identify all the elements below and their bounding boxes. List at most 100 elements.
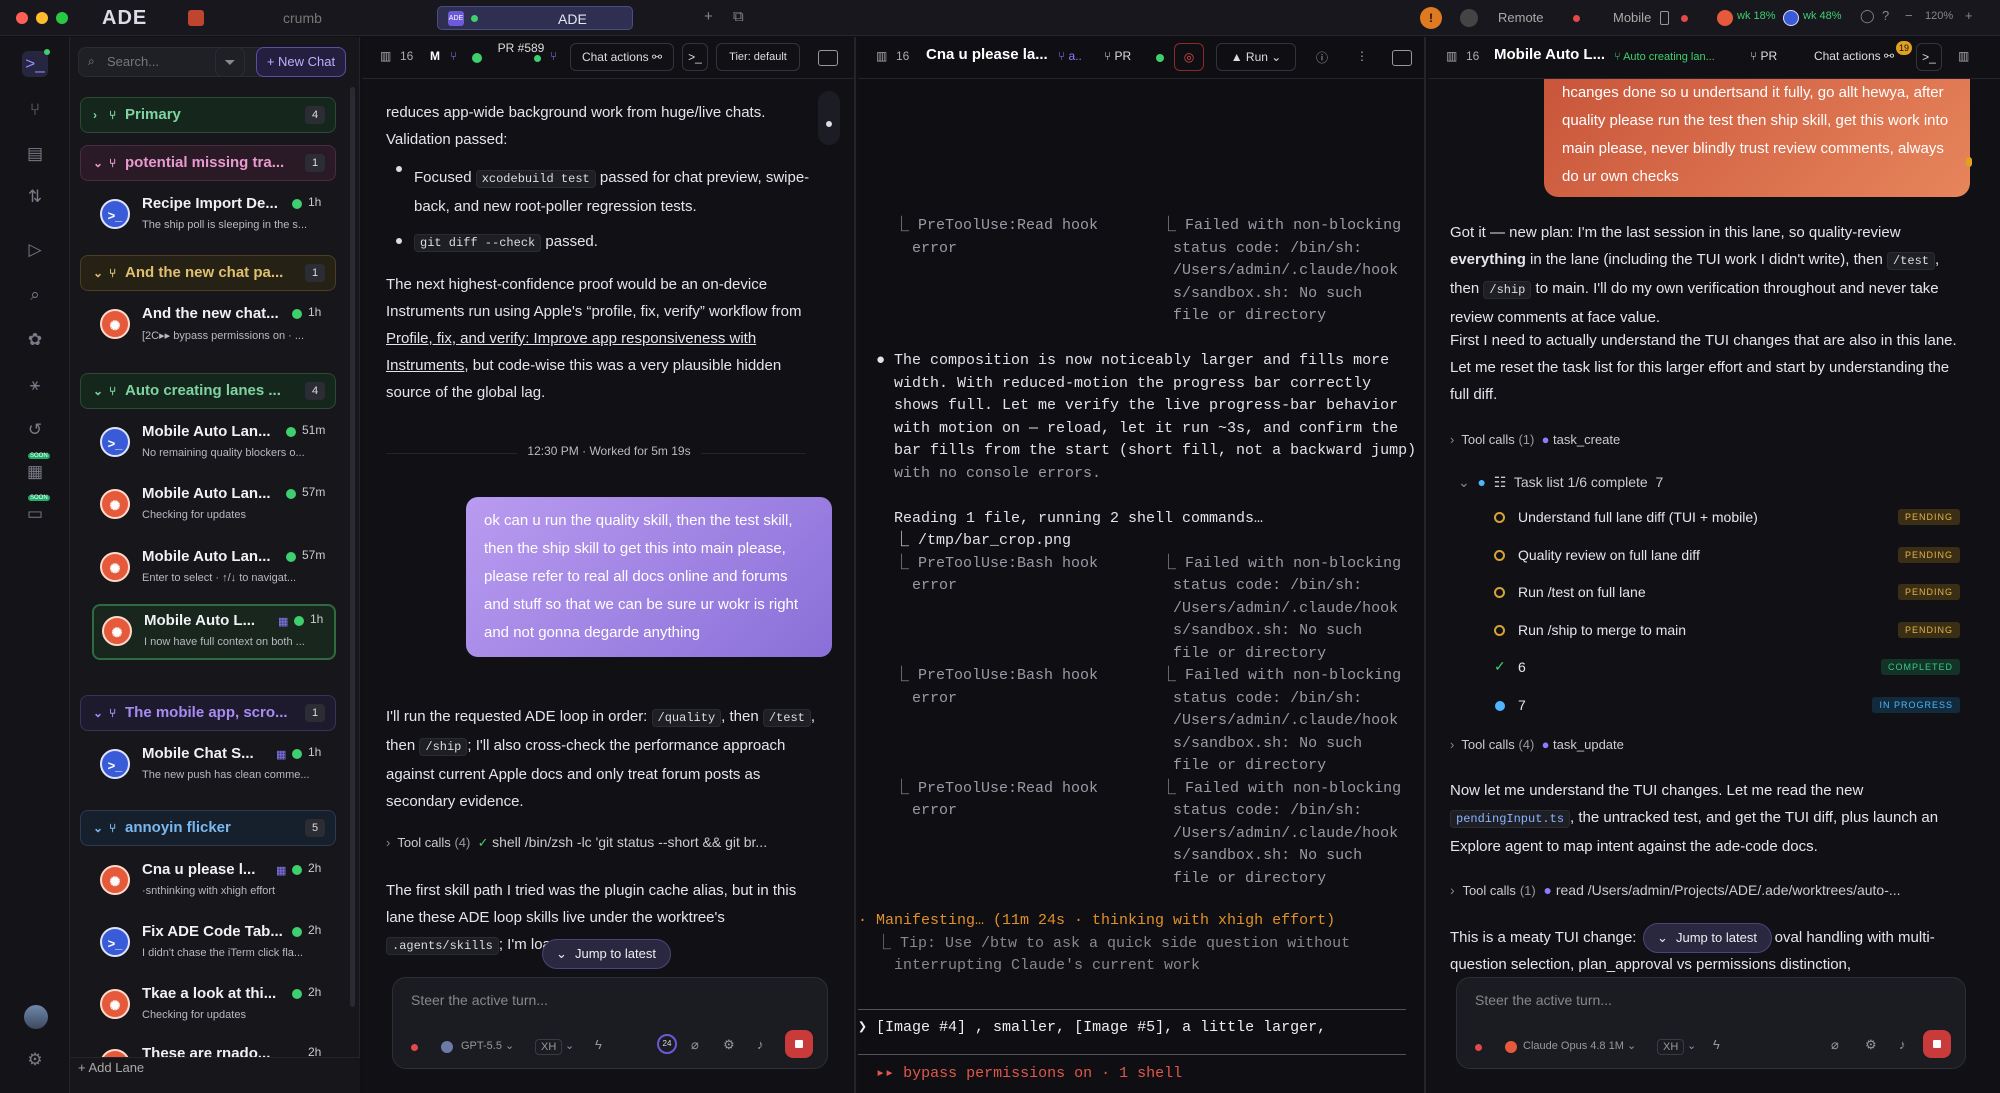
lane-group-annoyin-flicker[interactable]: ⌄ ⑂ annoyin flicker 5 bbox=[80, 810, 336, 846]
sidebar-toggle-icon[interactable]: ▥ bbox=[1446, 49, 1457, 63]
sidebar-toggle-icon[interactable]: ▥ bbox=[876, 49, 887, 63]
pr-link[interactable]: PR #589 bbox=[496, 41, 546, 56]
minimize-window-button[interactable] bbox=[36, 12, 48, 24]
tool-calls-row[interactable]: › Tool calls (4) ✓ shell /bin/zsh -lc 'g… bbox=[386, 834, 846, 851]
filter-icon[interactable]: ⏷ bbox=[215, 47, 245, 77]
search-nav-icon[interactable]: ⌕ bbox=[22, 282, 48, 308]
sidebar-scrollbar[interactable] bbox=[350, 87, 355, 1007]
search-input[interactable]: Search... bbox=[78, 47, 278, 77]
tools-icon[interactable]: ⚙ bbox=[1865, 1037, 1877, 1053]
devices-nav-icon[interactable]: ▭ bbox=[22, 501, 48, 527]
scroll-indicator[interactable] bbox=[818, 91, 840, 145]
remote-label[interactable]: Remote bbox=[1498, 10, 1544, 25]
sidebar-toggle-icon[interactable]: ▥ bbox=[380, 49, 391, 63]
calendar-nav-icon[interactable]: ▦ bbox=[22, 459, 48, 485]
tool-calls-row[interactable]: › Tool calls (1) ● task_create bbox=[1450, 432, 1620, 447]
chat-composer[interactable]: Steer the active turn... Claude Opus 4.8… bbox=[1456, 977, 1966, 1069]
tab-ade[interactable]: ADE ADE bbox=[437, 6, 633, 30]
effort-selector[interactable]: XH bbox=[1657, 1039, 1685, 1055]
pr-link[interactable]: ⑂ PR bbox=[1104, 49, 1131, 63]
jump-to-latest-button[interactable]: ⌄ Jump to latest bbox=[1643, 923, 1772, 953]
maximize-window-button[interactable] bbox=[56, 12, 68, 24]
pr-link[interactable]: ⑂ PR bbox=[1750, 49, 1777, 63]
lane-item-selected[interactable]: ✺ Mobile Auto L... ▦ 1h I now have full … bbox=[92, 604, 336, 660]
attach-icon[interactable]: ⌀ bbox=[691, 1037, 699, 1053]
jump-to-latest-button[interactable]: ⌄ Jump to latest bbox=[542, 939, 671, 969]
lane-item[interactable]: ✺ Mobile Auto Lan... 57m Enter to select… bbox=[92, 542, 336, 598]
panel-toggle-icon[interactable] bbox=[818, 50, 838, 66]
tool-calls-row[interactable]: › Tool calls (4) ● task_update bbox=[1450, 737, 1624, 752]
composer-input[interactable]: Steer the active turn... bbox=[411, 992, 548, 1008]
new-chat-button[interactable]: + New Chat bbox=[256, 47, 346, 77]
stop-button[interactable] bbox=[785, 1030, 813, 1058]
tool-calls-row[interactable]: › Tool calls (1) ● read /Users/admin/Pro… bbox=[1450, 882, 1970, 898]
add-lane-button[interactable]: + Add Lane bbox=[78, 1060, 144, 1075]
composer-input[interactable]: Steer the active turn... bbox=[1475, 992, 1612, 1008]
settings-gear-icon[interactable]: ⚙ bbox=[22, 1047, 48, 1073]
tools-icon[interactable]: ⚙ bbox=[723, 1037, 735, 1053]
tier-selector[interactable]: Tier: default bbox=[716, 43, 800, 71]
terminal-prompt-input[interactable]: ❯ [Image #4] , smaller, [Image #5], a li… bbox=[858, 1017, 1326, 1040]
context-usage-ring[interactable]: 24 bbox=[657, 1034, 677, 1054]
lane-item[interactable]: ✺ Tkae a look at thi... 2h Checking for … bbox=[92, 979, 336, 1035]
mobile-label[interactable]: Mobile bbox=[1613, 10, 1651, 25]
lane-item[interactable]: ✺ And the new chat... 1h [2C▸▸ bypass pe… bbox=[92, 299, 336, 355]
pull-request-nav-icon[interactable]: ⇅ bbox=[22, 184, 48, 210]
lane-group-auto-creating[interactable]: ⌄ ⑂ Auto creating lanes ... 4 bbox=[80, 373, 336, 409]
lane-item[interactable]: ✺ Mobile Auto Lan... 57m Checking for up… bbox=[92, 479, 336, 535]
help-icon[interactable]: ? bbox=[1882, 8, 1889, 23]
lane-item[interactable]: >_ Mobile Chat S... ▦ 1h The new push ha… bbox=[92, 739, 336, 795]
lane-item[interactable]: ✺ These are rnado... 2h bbox=[92, 1039, 336, 1057]
panel-toggle-icon[interactable]: ▥ bbox=[1958, 49, 1969, 63]
brain-nav-icon[interactable]: ✿ bbox=[22, 327, 48, 353]
lightning-icon[interactable]: ϟ bbox=[595, 1037, 602, 1052]
chat-actions-button[interactable]: Chat actions ⚯ bbox=[1802, 43, 1906, 71]
lightning-icon[interactable]: ϟ bbox=[1713, 1037, 1720, 1052]
history-nav-icon[interactable]: ↺ bbox=[22, 417, 48, 443]
open-external-icon[interactable]: ⧉ bbox=[733, 8, 744, 25]
lane-group-new-chat[interactable]: ⌄ ⑂ And the new chat pa... 1 bbox=[80, 255, 336, 291]
lane-group-potential-missing[interactable]: ⌄ ⑂ potential missing tra... 1 bbox=[80, 145, 336, 181]
run-button[interactable]: ▲ Run ⌄ bbox=[1216, 43, 1296, 71]
chevron-down-icon[interactable]: ⌄ bbox=[1687, 1039, 1696, 1052]
zoom-level[interactable]: 120% bbox=[1925, 10, 1953, 22]
terminal-icon[interactable]: >_ bbox=[682, 43, 708, 71]
info-icon[interactable]: ⓘ bbox=[1316, 49, 1328, 66]
tab-app-icon[interactable] bbox=[188, 10, 204, 26]
model-selector[interactable]: GPT-5.5 ⌄ bbox=[461, 1039, 514, 1052]
mic-icon[interactable]: ♪ bbox=[757, 1037, 764, 1052]
chat-bubble-icon[interactable]: ◯ bbox=[1860, 8, 1875, 24]
chevron-down-icon[interactable]: ⌄ bbox=[565, 1039, 574, 1052]
alert-icon[interactable]: ! bbox=[1420, 7, 1442, 29]
graph-nav-icon[interactable]: ⚹ bbox=[22, 372, 48, 398]
record-stop-icon[interactable]: ◎ bbox=[1174, 43, 1204, 71]
attach-icon[interactable]: ⌀ bbox=[1831, 1037, 1839, 1053]
zoom-out-icon[interactable]: − bbox=[1905, 8, 1913, 23]
lane-item[interactable]: >_ Mobile Auto Lan... 51m No remaining q… bbox=[92, 417, 336, 473]
terminal-icon[interactable]: >_ bbox=[1916, 43, 1942, 71]
lane-group-primary[interactable]: › ⑂ Primary 4 bbox=[80, 97, 336, 133]
model-selector[interactable]: Claude Opus 4.8 1M ⌄ bbox=[1523, 1039, 1636, 1052]
terminal-nav-icon[interactable]: >_ bbox=[22, 51, 48, 77]
lane-item[interactable]: ✺ Cna u please l... ▦ 2h ·snthinking wit… bbox=[92, 855, 336, 911]
effort-selector[interactable]: XH bbox=[535, 1039, 563, 1055]
task-list-header[interactable]: ⌄ ● ☷ Task list 1/6 complete 7 bbox=[1458, 474, 1663, 491]
avatar[interactable] bbox=[24, 1005, 48, 1029]
branch-nav-icon[interactable]: ⑂ bbox=[22, 97, 48, 123]
chat-composer[interactable]: Steer the active turn... GPT-5.5 ⌄ XH ⌄ … bbox=[392, 977, 828, 1069]
mic-icon[interactable]: ♪ bbox=[1899, 1037, 1906, 1052]
run-nav-icon[interactable]: ▷ bbox=[22, 237, 48, 263]
stop-button[interactable] bbox=[1923, 1030, 1951, 1058]
more-icon[interactable]: ⋮ bbox=[1356, 49, 1368, 63]
new-tab-icon[interactable]: + bbox=[704, 8, 713, 25]
chat-actions-button[interactable]: Chat actions ⚯ bbox=[570, 43, 674, 71]
lane-item[interactable]: >_ Fix ADE Code Tab... 2h I didn't chase… bbox=[92, 917, 336, 973]
user-presence-icon[interactable] bbox=[1460, 9, 1478, 27]
lane-link[interactable]: ⑂ Auto creating lan... bbox=[1614, 51, 1715, 63]
lane-group-mobile-app[interactable]: ⌄ ⑂ The mobile app, scro... 1 bbox=[80, 695, 336, 731]
breadcrumb[interactable]: crumb bbox=[283, 10, 322, 26]
files-nav-icon[interactable]: ▤ bbox=[22, 141, 48, 167]
panel-toggle-icon[interactable] bbox=[1392, 50, 1412, 66]
close-window-button[interactable] bbox=[16, 12, 28, 24]
lane-item[interactable]: >_ Recipe Import De... 1h The ship poll … bbox=[92, 189, 336, 245]
